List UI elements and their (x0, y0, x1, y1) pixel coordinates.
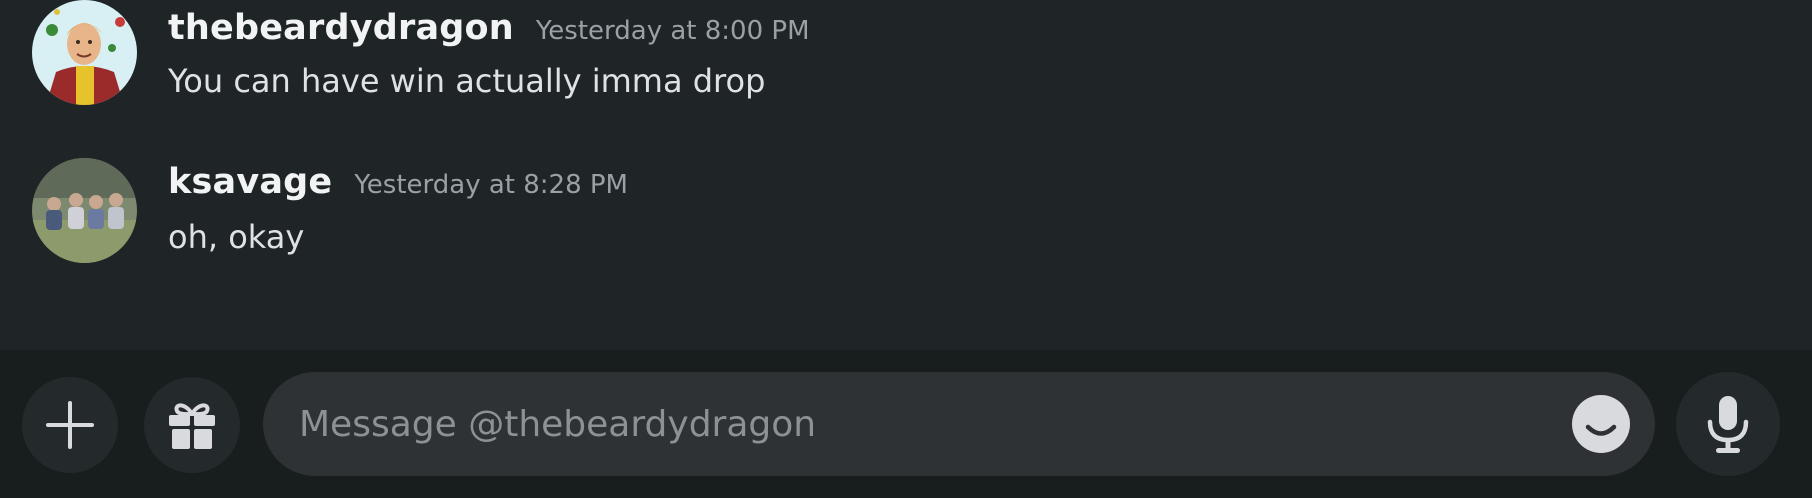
emoji-button[interactable] (1571, 394, 1631, 454)
message-input-box[interactable] (263, 372, 1655, 476)
message-composer (0, 350, 1812, 498)
timestamp: Yesterday at 8:28 PM (354, 170, 628, 200)
emoji-icon (1572, 395, 1630, 453)
username[interactable]: thebeardydragon (168, 8, 514, 48)
add-attachment-button[interactable] (22, 377, 118, 473)
message-input[interactable] (299, 372, 1489, 476)
avatar-image (32, 0, 137, 105)
gift-icon (169, 403, 215, 449)
user-avatar[interactable] (32, 0, 137, 105)
user-avatar[interactable] (32, 158, 137, 263)
message-list: thebeardydragon Yesterday at 8:00 PM You… (0, 0, 1812, 350)
gift-button[interactable] (144, 377, 240, 473)
message-text: You can have win actually imma drop (168, 62, 766, 100)
message-header: ksavage Yesterday at 8:28 PM (168, 162, 628, 202)
avatar-image (32, 158, 137, 263)
message-text: oh, okay (168, 218, 305, 256)
message-item: thebeardydragon Yesterday at 8:00 PM You… (0, 0, 1812, 140)
microphone-icon (1707, 396, 1749, 453)
message-item: ksavage Yesterday at 8:28 PM oh, okay (0, 140, 1812, 290)
message-header: thebeardydragon Yesterday at 8:00 PM (168, 8, 810, 48)
plus-icon (46, 401, 94, 449)
voice-message-button[interactable] (1676, 372, 1780, 476)
timestamp: Yesterday at 8:00 PM (535, 16, 810, 46)
username[interactable]: ksavage (168, 162, 332, 202)
